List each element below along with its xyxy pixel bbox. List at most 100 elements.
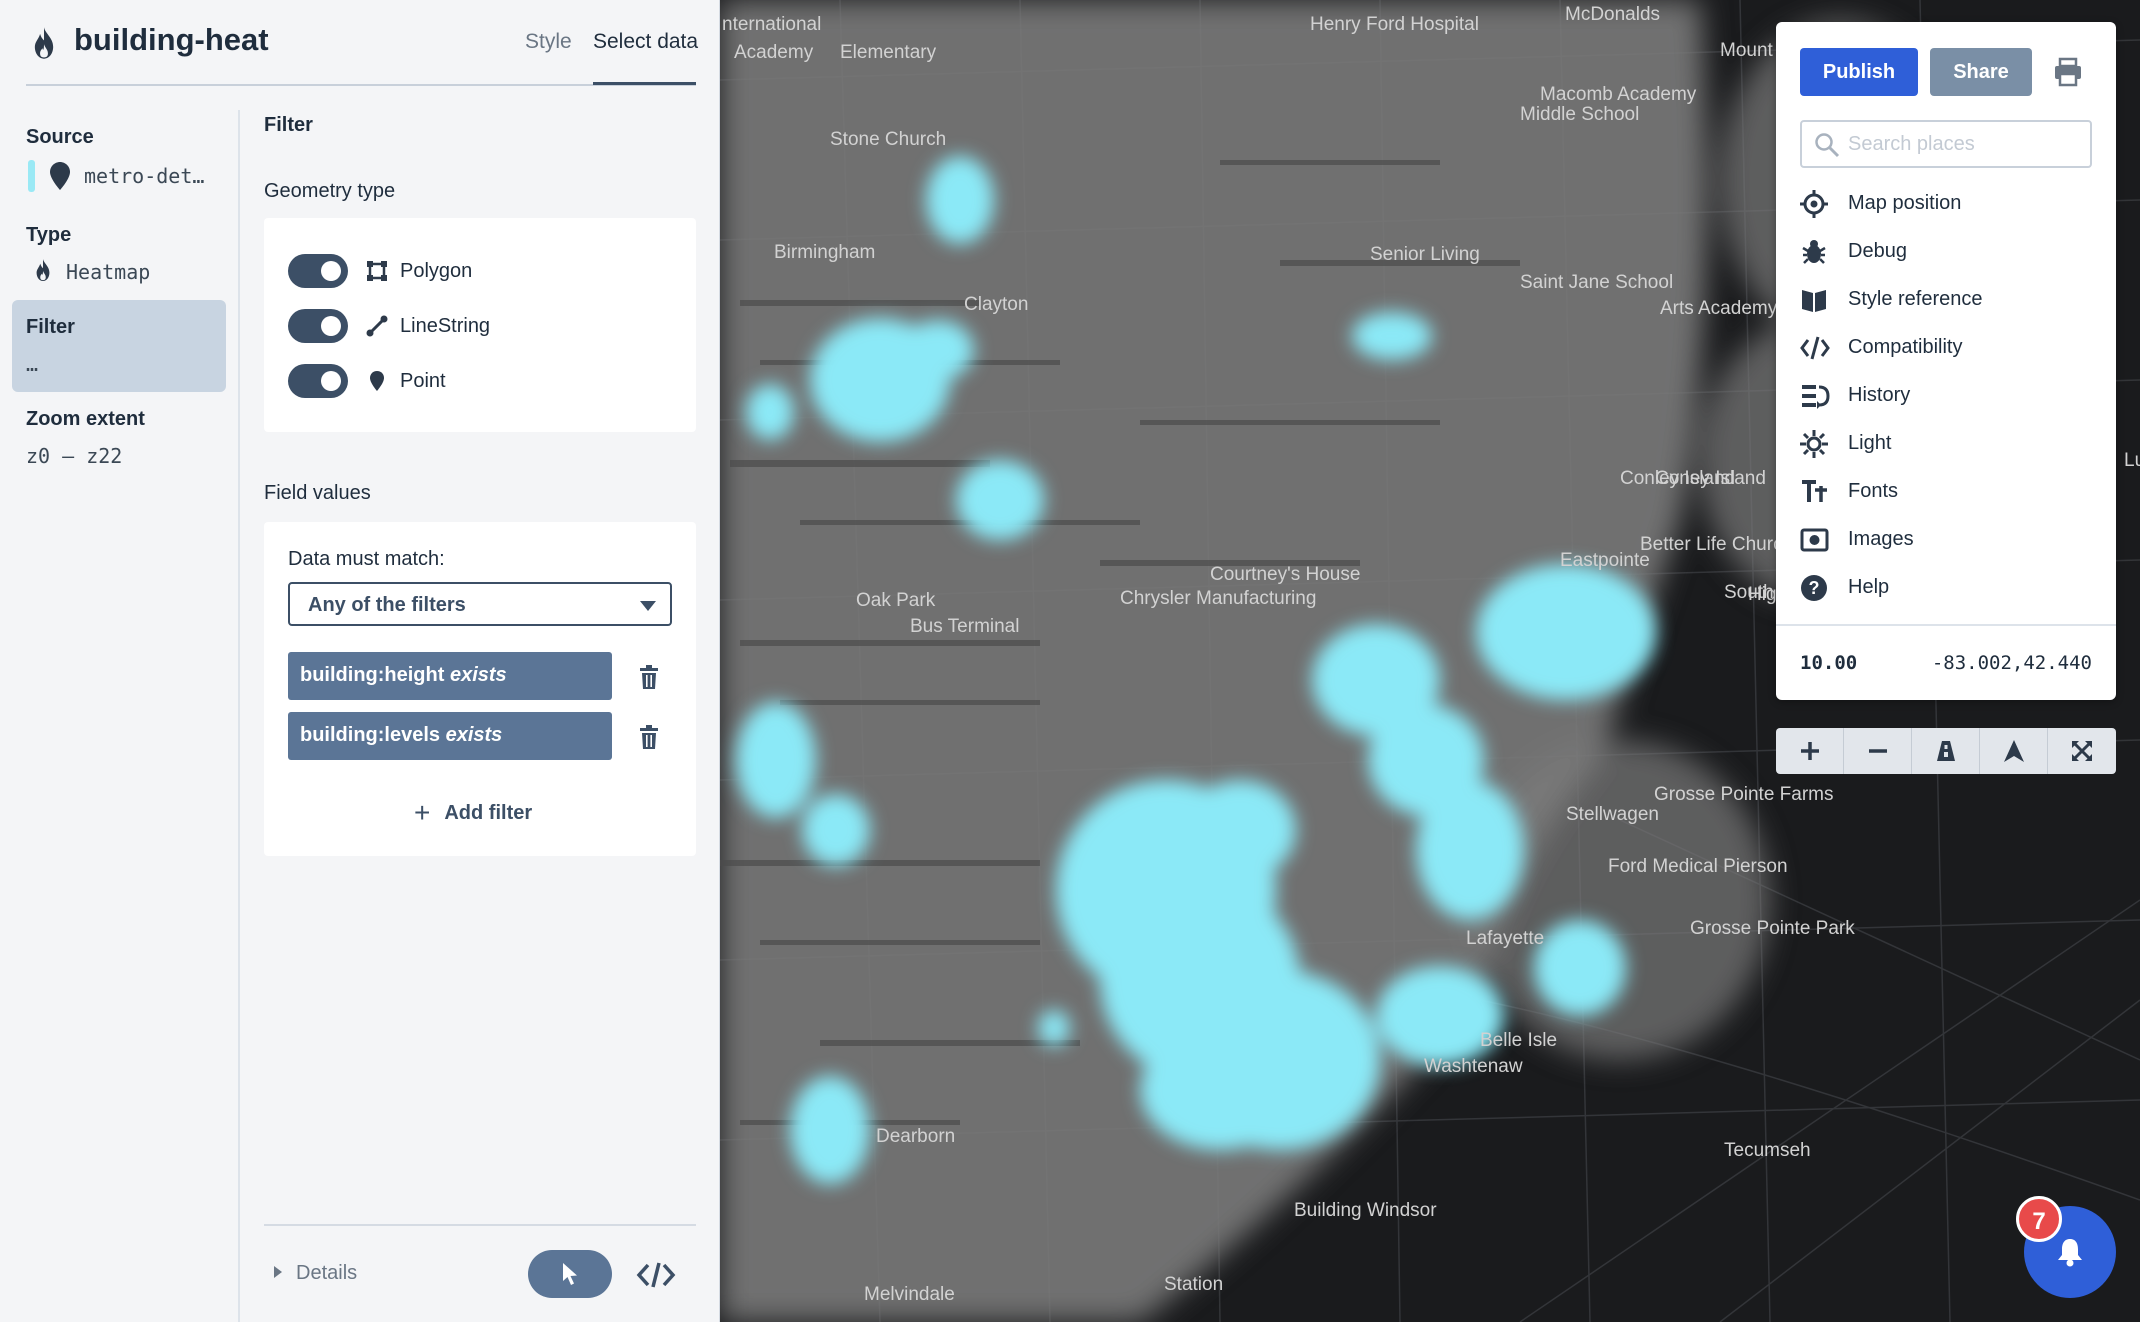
filter-chip-levels[interactable]: building:levels exists (288, 712, 612, 760)
svg-text:Courtney's House: Courtney's House (1210, 564, 1360, 585)
layer-header: building-heat Style Select data (0, 0, 720, 86)
field-values-card: Data must match: Any of the filters buil… (264, 522, 696, 856)
svg-text:nternational: nternational (722, 14, 821, 35)
filter-editor: Filter Geometry type Polygon LineString (264, 110, 696, 1322)
svg-text:Grosse Pointe Park: Grosse Pointe Park (1690, 918, 1855, 939)
trash-icon[interactable] (638, 724, 660, 750)
filter-label: Filter (26, 316, 75, 338)
search-icon (1815, 133, 1840, 158)
geometry-row-point: Point (288, 362, 678, 400)
polygon-toggle[interactable] (288, 254, 348, 288)
menu-history[interactable]: History (1800, 378, 2100, 414)
filter-heading: Filter (264, 114, 313, 136)
svg-text:McDonalds: McDonalds (1565, 4, 1660, 25)
coordinate-readout: -83.002,42.440 (1931, 652, 2092, 674)
svg-text:Washtenaw: Washtenaw (1424, 1056, 1523, 1077)
svg-text:Station: Station (1164, 1274, 1223, 1295)
zoom-out-button[interactable] (1844, 728, 1912, 774)
svg-text:Lu: Lu (2124, 450, 2140, 471)
geometry-row-polygon: Polygon (288, 252, 678, 290)
fullscreen-icon (2072, 741, 2092, 761)
svg-text:Better Life Church: Better Life Church (1640, 534, 1793, 555)
search-input[interactable] (1848, 130, 2084, 158)
point-icon (370, 371, 384, 391)
share-button[interactable]: Share (1930, 48, 2032, 96)
heatmap-icon (36, 259, 50, 281)
compass-button[interactable] (1980, 728, 2048, 774)
match-label: Data must match: (288, 548, 445, 570)
filter-chip-height[interactable]: building:height exists (288, 652, 612, 700)
type-value[interactable]: Heatmap (66, 260, 150, 284)
svg-text:Elementary: Elementary (840, 42, 937, 63)
map-nav-controls (1776, 728, 2116, 774)
geometry-type-heading: Geometry type (264, 180, 396, 202)
caret-right-icon (274, 1266, 282, 1278)
filter-summary: … (26, 352, 39, 376)
trash-icon[interactable] (638, 664, 660, 690)
notification-count-badge: 7 (2016, 1196, 2062, 1242)
svg-text:Lafayette: Lafayette (1466, 928, 1544, 949)
menu-style-reference[interactable]: Style reference (1800, 282, 2100, 318)
pitch-button[interactable] (1912, 728, 1980, 774)
menu-images[interactable]: Images (1800, 522, 2100, 558)
pitch-icon (1937, 741, 1955, 761)
zoom-extent-value[interactable]: z0 – z22 (26, 444, 122, 468)
print-icon[interactable] (2052, 56, 2084, 88)
inspect-button[interactable] (528, 1250, 612, 1298)
point-toggle[interactable] (288, 364, 348, 398)
bell-icon (2058, 1239, 2082, 1267)
svg-text:Belle Isle: Belle Isle (1480, 1030, 1557, 1051)
publish-button[interactable]: Publish (1800, 48, 1918, 96)
menu-divider (1776, 624, 2116, 626)
layer-sidebar: Source metro-det… Type Heatmap Filter … … (0, 110, 240, 1322)
svg-text:Mount: Mount (1720, 40, 1774, 61)
svg-text:Stone Church: Stone Church (830, 129, 946, 150)
svg-text:Bus Terminal: Bus Terminal (910, 616, 1019, 637)
zoom-in-button[interactable] (1776, 728, 1844, 774)
svg-text:Ford Medical Pierson: Ford Medical Pierson (1608, 856, 1788, 877)
svg-text:Oak Park: Oak Park (856, 590, 936, 611)
svg-text:Chrysler Manufacturing: Chrysler Manufacturing (1120, 588, 1316, 609)
menu-debug[interactable]: Debug (1800, 234, 2100, 270)
svg-text:Dearborn: Dearborn (876, 1126, 955, 1147)
linestring-toggle[interactable] (288, 309, 348, 343)
menu-help[interactable]: ? Help (1800, 570, 2100, 606)
geometry-type-card: Polygon LineString Point (264, 218, 696, 432)
sidebar-divider (238, 110, 240, 1322)
svg-text:Eastpointe: Eastpointe (1560, 550, 1650, 571)
tab-select-data[interactable]: Select data (593, 30, 698, 54)
svg-text:Henry Ford Hospital: Henry Ford Hospital (1310, 14, 1479, 35)
type-label: Type (26, 224, 72, 246)
footer-divider (264, 1224, 696, 1226)
help-icon: ? (1801, 575, 1827, 601)
svg-text:Tecumseh: Tecumseh (1724, 1140, 1811, 1161)
source-color-swatch (28, 160, 35, 192)
svg-text:Melvindale: Melvindale (864, 1284, 955, 1305)
tools-menu: Publish Share Map position Debug (1776, 22, 2116, 700)
zoom-out-icon (1869, 749, 1887, 753)
menu-light[interactable]: Light (1800, 426, 2100, 462)
geometry-row-linestring: LineString (288, 307, 678, 345)
tab-style[interactable]: Style (525, 30, 572, 54)
menu-fonts[interactable]: Fonts (1800, 474, 2100, 510)
match-select[interactable]: Any of the filters (288, 582, 672, 626)
search-box (1800, 120, 2092, 168)
bug-icon (1802, 240, 1826, 264)
svg-text:Macomb Academy: Macomb Academy (1540, 84, 1697, 105)
menu-compatibility[interactable]: Compatibility (1800, 330, 2100, 366)
source-value[interactable]: metro-det… (84, 164, 204, 188)
svg-text:Stellwagen: Stellwagen (1566, 804, 1659, 825)
menu-map-position[interactable]: Map position (1800, 186, 2100, 222)
linestring-icon (366, 315, 388, 337)
code-view-icon[interactable] (636, 1260, 676, 1290)
svg-text:Grosse Pointe Farms: Grosse Pointe Farms (1654, 784, 1834, 805)
cursor-icon (563, 1263, 577, 1285)
fullscreen-button[interactable] (2048, 728, 2116, 774)
details-toggle[interactable]: Details (274, 1262, 357, 1285)
layer-title: building-heat (74, 22, 269, 57)
fonts-icon (1802, 480, 1827, 502)
add-filter-button[interactable]: + Add filter (414, 794, 532, 828)
crosshair-icon (1800, 190, 1828, 218)
active-tab-indicator (593, 82, 696, 85)
filter-nav-item[interactable]: Filter … (12, 300, 226, 392)
